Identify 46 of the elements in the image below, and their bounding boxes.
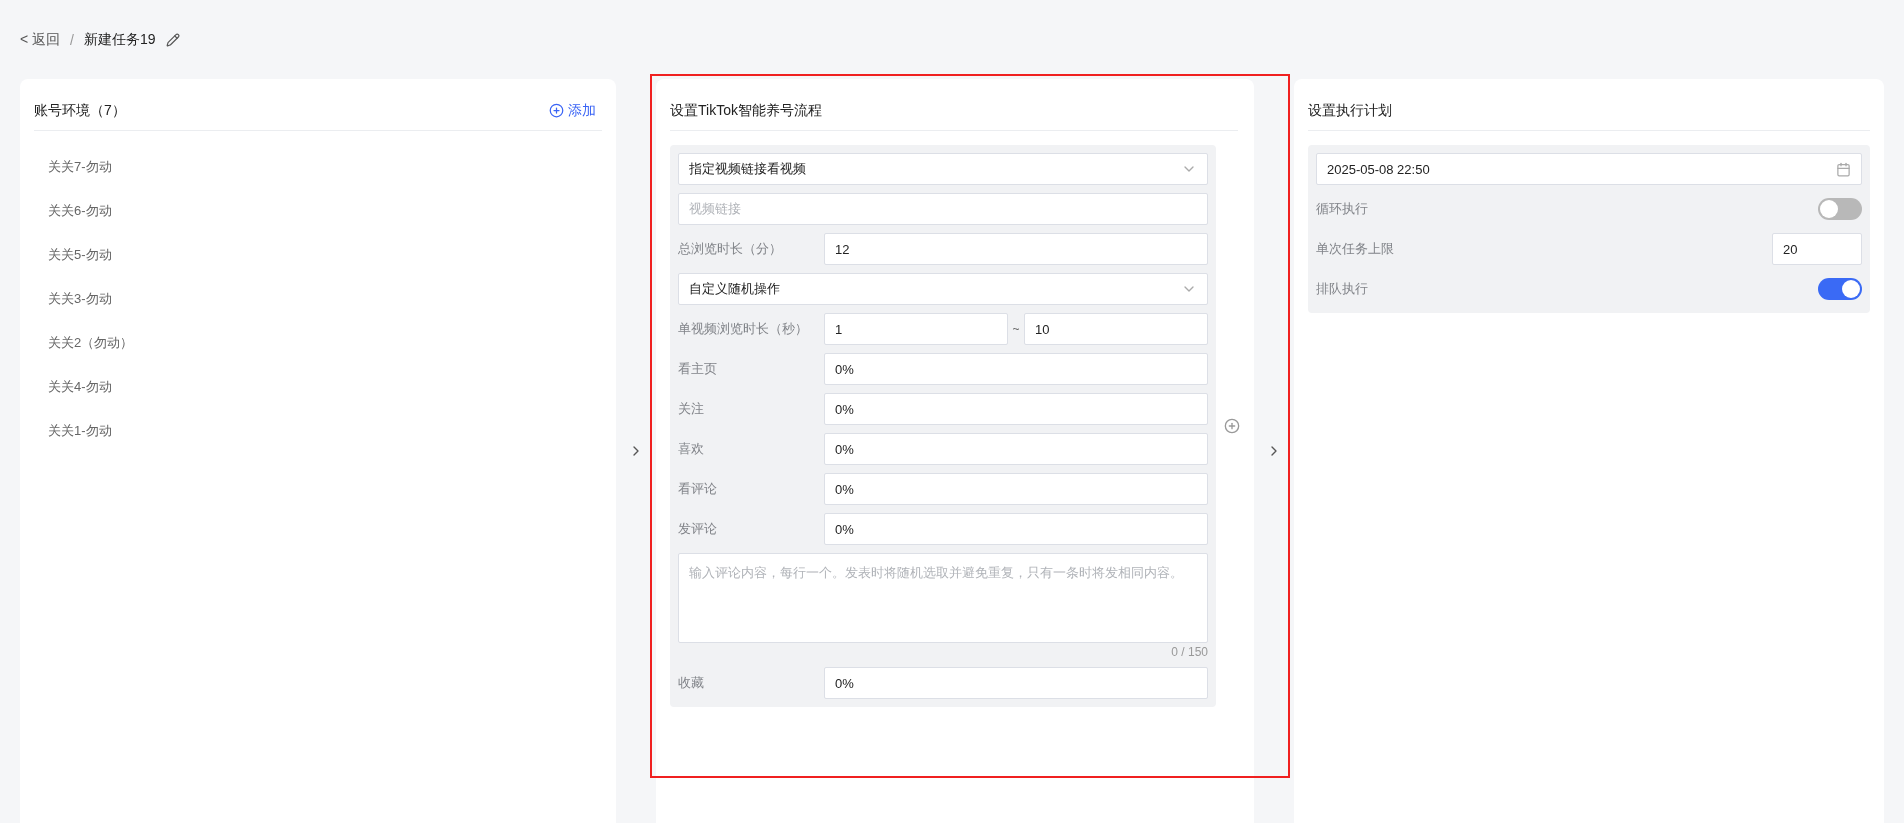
field-label: 排队执行 bbox=[1316, 280, 1369, 298]
toggle-switch[interactable] bbox=[1818, 278, 1862, 300]
field-label: 循环执行 bbox=[1316, 200, 1369, 218]
account-item[interactable]: 关关7-勿动 bbox=[34, 145, 602, 189]
toggle-switch[interactable] bbox=[1818, 198, 1862, 220]
account-item[interactable]: 关关4-勿动 bbox=[34, 365, 602, 409]
add-button[interactable]: 添加 bbox=[543, 101, 602, 120]
field-label: 收藏 bbox=[678, 674, 705, 692]
char-counter: 0 / 150 bbox=[1171, 645, 1208, 659]
date-field[interactable]: 2025-05-08 22:50 bbox=[1316, 153, 1862, 185]
input-field[interactable]: 1 bbox=[824, 313, 1008, 345]
input-field[interactable]: 0% bbox=[824, 433, 1208, 465]
input-field[interactable]: 0% bbox=[824, 393, 1208, 425]
input-field[interactable]: 12 bbox=[824, 233, 1208, 265]
input-field[interactable]: 0% bbox=[824, 473, 1208, 505]
input-field[interactable]: 0% bbox=[824, 513, 1208, 545]
panel-title: 设置TikTok智能养号流程 bbox=[670, 101, 822, 120]
panel-title: 设置执行计划 bbox=[1308, 101, 1392, 120]
field-label: 单视频浏览时长（秒） bbox=[678, 320, 809, 338]
field-label: 喜欢 bbox=[678, 440, 705, 458]
field-label: 总浏览时长（分） bbox=[678, 240, 783, 258]
select-field[interactable]: 自定义随机操作 bbox=[678, 273, 1208, 305]
input-field[interactable]: 0% bbox=[824, 353, 1208, 385]
edit-icon[interactable] bbox=[165, 32, 180, 47]
field-label: 看主页 bbox=[678, 360, 718, 378]
account-item[interactable]: 关关1-勿动 bbox=[34, 409, 602, 453]
back-link[interactable]: < 返回 bbox=[20, 30, 61, 49]
select-field[interactable]: 指定视频链接看视频 bbox=[678, 153, 1208, 185]
panel-title: 账号环境（7） bbox=[34, 101, 126, 120]
input-field[interactable]: 0% bbox=[824, 667, 1208, 699]
field-label: 单次任务上限 bbox=[1316, 240, 1395, 258]
account-item[interactable]: 关关6-勿动 bbox=[34, 189, 602, 233]
plus-circle-icon[interactable] bbox=[1224, 418, 1240, 434]
task-title: 新建任务19 bbox=[83, 30, 156, 49]
field-label: 关注 bbox=[678, 400, 705, 418]
plus-circle-icon bbox=[549, 103, 564, 118]
input-field[interactable]: 10 bbox=[1024, 313, 1208, 345]
account-item[interactable]: 关关3-勿动 bbox=[34, 277, 602, 321]
number-field[interactable]: 20 bbox=[1772, 233, 1862, 265]
range-separator: ~ bbox=[1011, 322, 1021, 336]
field-label: 看评论 bbox=[678, 480, 718, 498]
calendar-icon bbox=[1836, 161, 1851, 177]
field-label: 发评论 bbox=[678, 520, 718, 538]
account-item[interactable]: 关关5-勿动 bbox=[34, 233, 602, 277]
breadcrumb-separator: / bbox=[70, 31, 74, 48]
account-item[interactable]: 关关2（勿动） bbox=[34, 321, 602, 365]
